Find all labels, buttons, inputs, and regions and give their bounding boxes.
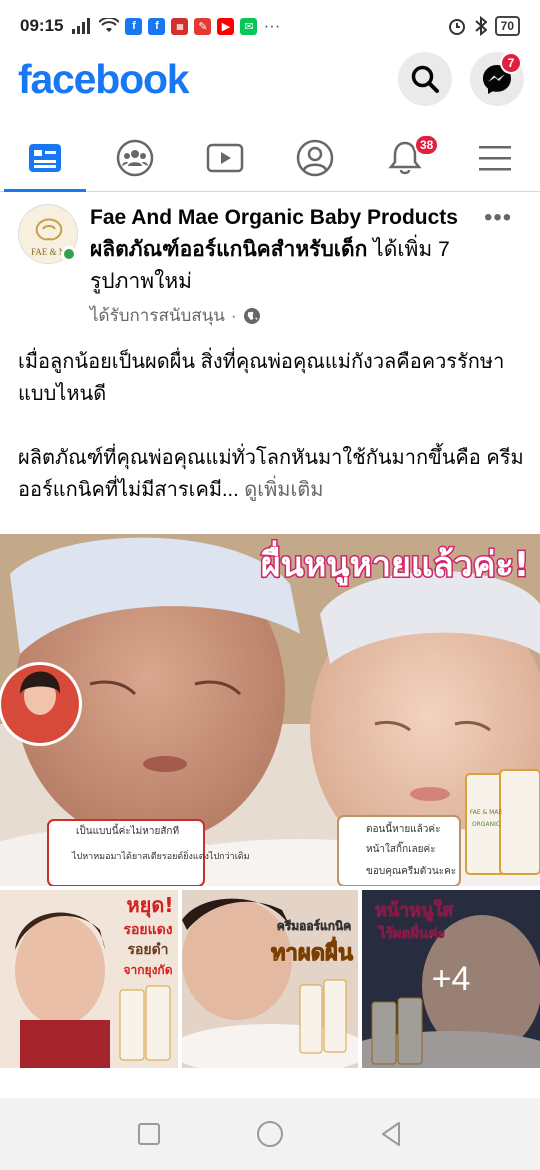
alarm-icon [448, 19, 465, 35]
search-button[interactable] [398, 52, 452, 106]
left-bubble-line-1: เป็นแบบนี้ค่ะไม่หายสักที [76, 823, 179, 837]
messenger-badge: 7 [500, 52, 522, 74]
facebook-app-icon: f [125, 17, 143, 35]
more-photos-count: +4 [431, 959, 471, 998]
main-nav: 38 [0, 124, 540, 192]
thumb2-line-1: ครีมออร์แกนิค [277, 919, 351, 933]
battery-indicator: 70 [494, 16, 520, 36]
post-header: FAE & M Fae And Mae Organic Baby Product… [0, 198, 540, 333]
news-app-icon: ▦ [171, 17, 189, 35]
watch-icon [206, 143, 244, 172]
meta-dot: · [230, 305, 237, 325]
post-title: Fae And Mae Organic Baby Products ผลิตภั… [90, 202, 470, 298]
notifications-badge: 38 [414, 134, 440, 156]
recent-apps-icon[interactable] [137, 1122, 161, 1146]
thumbnail-1-illustration: หยุด! รอยแดง รอยดำ จากยุงกัด [0, 890, 178, 1068]
post-paragraph-1: เมื่อลูกน้อยเป็นผดผื่น สิ่งที่คุณพ่อคุณแ… [18, 351, 505, 405]
tube-brand-text: FAE & MAE [470, 809, 503, 816]
status-time: 09:15 [20, 16, 64, 35]
facebook-logo[interactable]: facebook [18, 56, 190, 103]
see-more-link[interactable]: ดูเพิ่มเติม [244, 479, 323, 501]
post-body: เมื่อลูกน้อยเป็นผดผื่น สิ่งที่คุณพ่อคุณแ… [18, 346, 526, 506]
next-section-strip [0, 1068, 540, 1098]
menu-icon [479, 145, 511, 170]
right-bubble-line-2: หน้าใสกิ๊กเลยค่ะ [366, 841, 436, 855]
thumb1-line-3: รอยดำ [127, 942, 168, 958]
right-bubble-line-1: ตอนนี้หายแล้วค่ะ [366, 821, 441, 835]
main-post-photo[interactable]: ผื่นหนูหายแล้วค่ะ! เป็นแบบนี้ค่ะไม่หายสั… [0, 534, 540, 886]
tool-app-icon: ✎ [194, 17, 212, 35]
tab-news-feed[interactable] [0, 124, 90, 192]
thumbnail-photo-3[interactable]: หน้าหนูใส ไร้ผดผื่นค่ะ +4 [362, 890, 540, 1068]
post-options-button[interactable]: ••• [484, 204, 512, 232]
news-feed-icon [29, 143, 61, 172]
thumbnail-photo-1[interactable]: หยุด! รอยแดง รอยดำ จากยุงกัด [0, 890, 178, 1068]
youtube-icon: ▶ [217, 17, 235, 35]
search-icon [411, 65, 439, 93]
line-icon: ✉ [240, 17, 258, 35]
tab-profile[interactable] [270, 124, 360, 191]
status-bar: 09:15 f f ▦ ✎ ▶ ✉ ··· 70 [0, 0, 540, 52]
right-bubble-line-3: ขอบคุณครีมตัวนะคะ [366, 865, 456, 877]
thumbnail-photo-2[interactable]: ครีมออร์แกนิค ทาผดผื่น [182, 890, 358, 1068]
tab-watch[interactable] [180, 124, 270, 191]
bluetooth-icon [474, 16, 487, 36]
profile-icon [296, 139, 334, 176]
status-icons: f f ▦ ✎ ▶ ✉ ··· [71, 16, 280, 36]
wifi-icon [99, 18, 120, 32]
thumb1-line-1: หยุด! [126, 893, 173, 918]
facebook-app-icon-2: f [148, 17, 166, 35]
tube-sub-text: ORGANIC [472, 821, 500, 828]
more-photos-overlay[interactable]: +4 [362, 890, 540, 1068]
post-meta: ได้รับการสนับสนุน · [90, 302, 261, 329]
tab-groups[interactable] [90, 124, 180, 191]
more-notifications-icon: ··· [263, 16, 281, 35]
main-photo-illustration: ผื่นหนูหายแล้วค่ะ! เป็นแบบนี้ค่ะไม่หายสั… [0, 534, 540, 886]
groups-icon [116, 139, 154, 176]
messenger-button[interactable]: 7 [470, 52, 524, 106]
app-header: facebook 7 [0, 52, 540, 110]
home-icon[interactable] [256, 1120, 284, 1148]
post-paragraph-2: ผลิตภัณฑ์ที่คุณพ่อคุณแม่ทั่วโลกหันมาใช้ก… [18, 442, 526, 506]
tab-notifications[interactable]: 38 [360, 124, 450, 191]
system-nav-bar [0, 1098, 540, 1170]
photo-headline: ผื่นหนูหายแล้วค่ะ! [261, 540, 530, 586]
signal-icon [72, 18, 91, 34]
thumbnail-2-illustration: ครีมออร์แกนิค ทาผดผื่น [182, 890, 358, 1068]
online-status-dot [61, 246, 77, 262]
thumb2-line-2: ทาผดผื่น [271, 936, 353, 966]
thumb1-line-2: รอยแดง [123, 922, 172, 938]
tab-menu[interactable] [450, 124, 540, 191]
sponsored-label[interactable]: ได้รับการสนับสนุน [90, 302, 225, 329]
globe-icon [243, 307, 260, 324]
back-icon[interactable] [379, 1121, 403, 1147]
thumb1-line-4: จากยุงกัด [124, 963, 173, 978]
